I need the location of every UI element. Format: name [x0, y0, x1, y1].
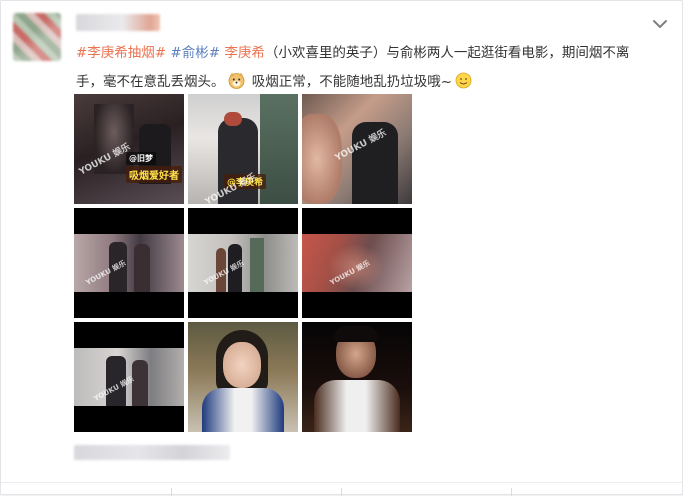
topic-link-yubin[interactable]: #俞彬#: [170, 45, 220, 61]
photo-9[interactable]: [302, 322, 412, 432]
mention-link-ligengxi[interactable]: 李庚希: [224, 45, 265, 61]
video-caption-small: @旧梦: [126, 152, 156, 165]
topic-link-ligengxi-smoking[interactable]: #李庚希抽烟#: [76, 45, 166, 61]
post-body-text-2: 吸烟正常，不能随地乱扔垃圾哦~: [247, 74, 453, 90]
video-caption: 吸烟爱好者: [126, 166, 182, 183]
action-bar: [1, 482, 682, 496]
photo-2[interactable]: @李庚希 YOUKU 娱乐: [188, 94, 298, 204]
photo-8[interactable]: [188, 322, 298, 432]
photo-1[interactable]: YOUKU 娱乐 @旧梦 吸烟爱好者: [74, 94, 184, 204]
weibo-post-card: #李庚希抽烟# #俞彬# 李庚希（小欢喜里的英子）与俞彬两人一起逛街看电影，期间…: [0, 0, 683, 496]
smile-emoji-icon: [455, 72, 472, 89]
post-text: #李庚希抽烟# #俞彬# 李庚希（小欢喜里的英子）与俞彬两人一起逛街看电影，期间…: [76, 39, 656, 97]
doge-emoji-icon: [228, 72, 244, 89]
username-blurred[interactable]: [76, 14, 160, 31]
photo-3[interactable]: YOUKU 娱乐: [302, 94, 412, 204]
source-footer-blurred: [74, 445, 230, 460]
avatar[interactable]: [13, 13, 61, 61]
photo-7[interactable]: YOUKU 娱乐: [74, 322, 184, 432]
chevron-down-icon[interactable]: [651, 17, 669, 31]
photo-6[interactable]: YOUKU 娱乐: [302, 208, 412, 318]
photo-5[interactable]: YOUKU 娱乐: [188, 208, 298, 318]
photo-4[interactable]: YOUKU 娱乐: [74, 208, 184, 318]
photo-grid: YOUKU 娱乐 @旧梦 吸烟爱好者 @李庚希 YOUKU 娱乐 YOUKU 娱…: [74, 94, 412, 432]
